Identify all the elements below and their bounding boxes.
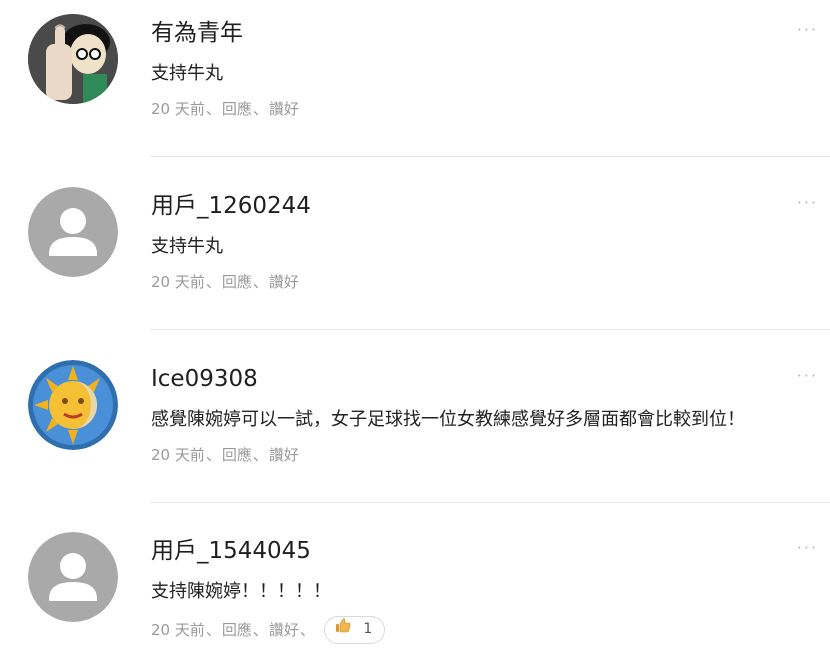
more-options-button[interactable]: ··· — [797, 540, 818, 556]
divider — [150, 156, 830, 157]
comment-meta: 20 天前 、 回應 、 讚好 — [151, 271, 299, 293]
separator: 、 — [205, 273, 221, 291]
timestamp: 20 天前 — [151, 621, 205, 639]
avatar[interactable] — [28, 532, 118, 622]
timestamp: 20 天前 — [151, 446, 205, 464]
username[interactable]: 用戶_1260244 — [151, 191, 311, 221]
reply-button[interactable]: 回應 — [222, 98, 252, 120]
separator: 、 — [252, 273, 268, 291]
like-count-badge[interactable]: 1 — [323, 616, 386, 644]
separator: 、 — [299, 621, 315, 639]
timestamp: 20 天前 — [151, 100, 205, 118]
comment-text: 感覺陳婉婷可以一試，女子足球找一位女教練感覺好多層面都會比較到位！ — [151, 409, 745, 430]
separator: 、 — [205, 100, 221, 118]
reply-button[interactable]: 回應 — [222, 271, 252, 293]
more-options-button[interactable]: ··· — [797, 22, 818, 38]
default-user-avatar-icon — [28, 187, 118, 277]
like-button[interactable]: 讚好 — [269, 444, 299, 466]
comment-item: 用戶_1544045 支持陳婉婷！！！！！ 20 天前 、 回應 、 讚好 、 … — [0, 518, 830, 672]
reply-button[interactable]: 回應 — [222, 619, 252, 641]
separator: 、 — [252, 621, 268, 639]
comment-meta: 20 天前 、 回應 、 讚好 — [151, 98, 299, 120]
separator: 、 — [205, 446, 221, 464]
comment-item: 有為青年 支持牛丸 20 天前 、 回應 、 讚好 ··· — [0, 0, 830, 172]
comment-text: 支持牛丸 — [151, 236, 223, 257]
default-user-avatar-icon — [28, 532, 118, 622]
divider — [150, 329, 830, 330]
comment-text: 支持陳婉婷！！！！！ — [151, 581, 331, 602]
separator: 、 — [205, 621, 221, 639]
comment-meta: 20 天前 、 回應 、 讚好 、 1 — [151, 616, 386, 644]
separator: 、 — [252, 446, 268, 464]
comment-feed: 有為青年 支持牛丸 20 天前 、 回應 、 讚好 ··· 用戶_1260244… — [0, 0, 830, 672]
like-button[interactable]: 讚好 — [269, 271, 299, 293]
username[interactable]: 用戶_1544045 — [151, 536, 311, 566]
avatar[interactable] — [28, 14, 118, 104]
avatar[interactable] — [28, 360, 118, 450]
comment-text: 支持牛丸 — [151, 63, 223, 84]
more-options-button[interactable]: ··· — [797, 368, 818, 384]
comment-meta: 20 天前 、 回應 、 讚好 — [151, 444, 299, 466]
like-button[interactable]: 讚好 — [269, 98, 299, 120]
reply-button[interactable]: 回應 — [222, 444, 252, 466]
divider — [150, 502, 830, 503]
like-count: 1 — [363, 621, 373, 637]
comment-item: 用戶_1260244 支持牛丸 20 天前 、 回應 、 讚好 ··· — [0, 173, 830, 345]
username[interactable]: Ice09308 — [151, 364, 258, 394]
thumbs-up-icon — [335, 617, 351, 633]
timestamp: 20 天前 — [151, 273, 205, 291]
username[interactable]: 有為青年 — [151, 18, 243, 48]
comment-item: Ice09308 感覺陳婉婷可以一試，女子足球找一位女教練感覺好多層面都會比較到… — [0, 346, 830, 518]
more-options-button[interactable]: ··· — [797, 195, 818, 211]
cartoon-avatar-icon — [28, 14, 118, 104]
like-button[interactable]: 讚好 — [269, 619, 299, 641]
sun-moon-avatar-icon — [28, 360, 118, 450]
avatar[interactable] — [28, 187, 118, 277]
separator: 、 — [252, 100, 268, 118]
